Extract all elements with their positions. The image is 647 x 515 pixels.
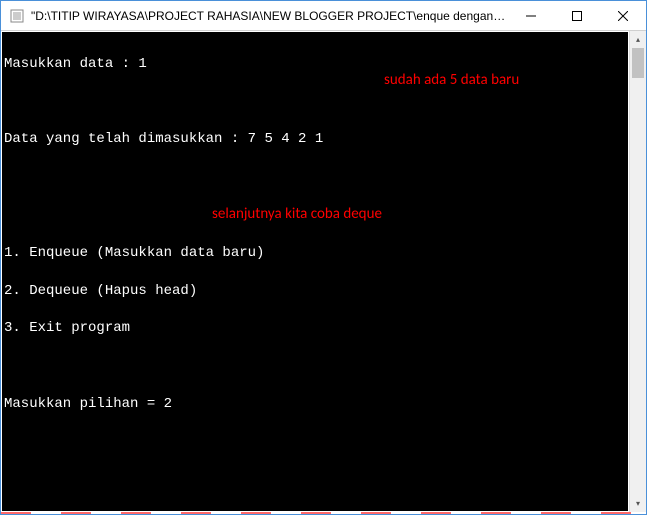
data-value: 7 5 4 2 1 [248,131,324,147]
console-line: Masukkan data : 1 [4,55,628,74]
choice-prompt: Masukkan pilihan = [4,396,164,412]
menu-item: 2. Dequeue (Hapus head) [4,282,628,301]
annotation-text: sudah ada 5 data baru [384,70,519,90]
scroll-down-button[interactable]: ▾ [630,495,646,512]
titlebar-buttons [508,1,646,30]
choice-value: 2 [164,396,172,412]
console-line [4,93,628,112]
minimize-button[interactable] [508,1,554,30]
console-window: "D:\TITIP WIRAYASA\PROJECT RAHASIA\NEW B… [1,1,646,514]
menu-item: 1. Enqueue (Masukkan data baru) [4,244,628,263]
input-prompt: Masukkan data : [4,56,138,72]
titlebar: "D:\TITIP WIRAYASA\PROJECT RAHASIA\NEW B… [1,1,646,31]
menu-item: 3. Exit program [4,319,628,338]
maximize-icon [572,11,582,21]
window-title: "D:\TITIP WIRAYASA\PROJECT RAHASIA\NEW B… [25,9,508,23]
console-line [4,357,628,376]
app-icon [9,8,25,24]
annotation-text: selanjutnya kita coba deque [212,204,382,224]
close-icon [618,11,628,21]
maximize-button[interactable] [554,1,600,30]
bottom-edge-decoration [1,512,646,514]
client-area: Masukkan data : 1 Data yang telah dimasu… [1,31,646,512]
minimize-icon [526,11,536,21]
input-value: 1 [138,56,146,72]
console-line: Data yang telah dimasukkan : 7 5 4 2 1 [4,130,628,149]
chevron-up-icon: ▴ [636,35,640,44]
chevron-down-icon: ▾ [636,499,640,508]
console-line [4,168,628,187]
close-button[interactable] [600,1,646,30]
data-label: Data yang telah dimasukkan : [4,131,248,147]
scrollbar-thumb[interactable] [632,48,644,78]
console-line: Masukkan pilihan = 2 [4,395,628,414]
vertical-scrollbar[interactable]: ▴ ▾ [629,31,646,512]
console-output[interactable]: Masukkan data : 1 Data yang telah dimasu… [2,32,628,511]
scroll-up-button[interactable]: ▴ [630,31,646,48]
scrollbar-track[interactable] [630,48,646,495]
